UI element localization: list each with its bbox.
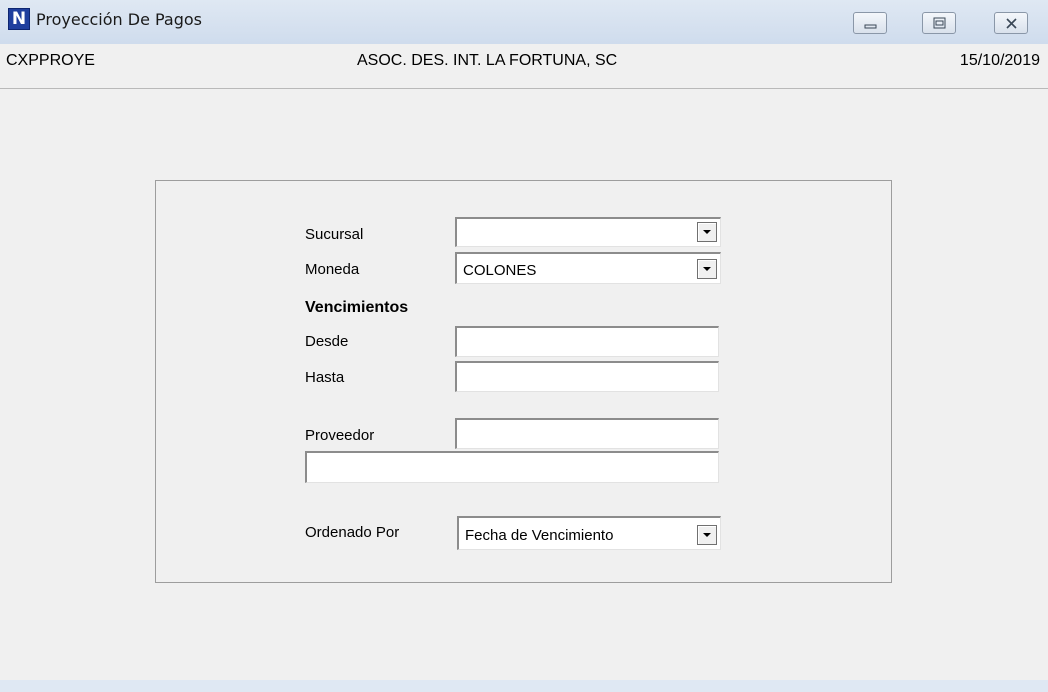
ordenado-por-select[interactable]: Fecha de Vencimiento <box>457 516 721 550</box>
moneda-label: Moneda <box>305 261 360 278</box>
close-icon <box>1006 18 1017 29</box>
proveedor-name-input[interactable] <box>305 451 719 483</box>
window-title: Proyección De Pagos <box>36 10 203 29</box>
moneda-value: COLONES <box>463 262 537 279</box>
ordenado-por-label: Ordenado Por <box>305 524 400 541</box>
chevron-down-icon <box>703 267 711 271</box>
hasta-label: Hasta <box>305 369 345 386</box>
window-bottom-edge <box>0 680 1048 692</box>
ordenado-por-value: Fecha de Vencimiento <box>465 527 614 544</box>
company-name: ASOC. DES. INT. LA FORTUNA, SC <box>357 52 618 69</box>
minimize-button[interactable] <box>853 12 887 34</box>
desde-date-input[interactable] <box>455 326 719 357</box>
hasta-date-input[interactable] <box>455 361 719 392</box>
chevron-down-icon <box>703 533 711 537</box>
vencimientos-heading: Vencimientos <box>305 299 409 316</box>
proveedor-code-input[interactable] <box>455 418 719 449</box>
sucursal-select[interactable] <box>455 217 721 247</box>
sucursal-label: Sucursal <box>305 226 364 243</box>
moneda-select[interactable]: COLONES <box>455 252 721 284</box>
close-button[interactable] <box>994 12 1028 34</box>
minimize-icon <box>864 24 877 29</box>
ordenado-por-dropdown-button[interactable] <box>697 525 717 545</box>
app-icon: N <box>8 8 30 30</box>
current-date: 15/10/2019 <box>959 52 1040 69</box>
moneda-dropdown-button[interactable] <box>697 259 717 279</box>
chevron-down-icon <box>703 230 711 234</box>
desde-label: Desde <box>305 333 349 350</box>
program-code: CXPPROYE <box>6 52 95 69</box>
title-bar[interactable]: N Proyección De Pagos <box>0 0 1048 44</box>
proveedor-label: Proveedor <box>305 427 375 444</box>
restore-icon <box>933 17 946 29</box>
restore-button[interactable] <box>922 12 956 34</box>
sucursal-dropdown-button[interactable] <box>697 222 717 242</box>
